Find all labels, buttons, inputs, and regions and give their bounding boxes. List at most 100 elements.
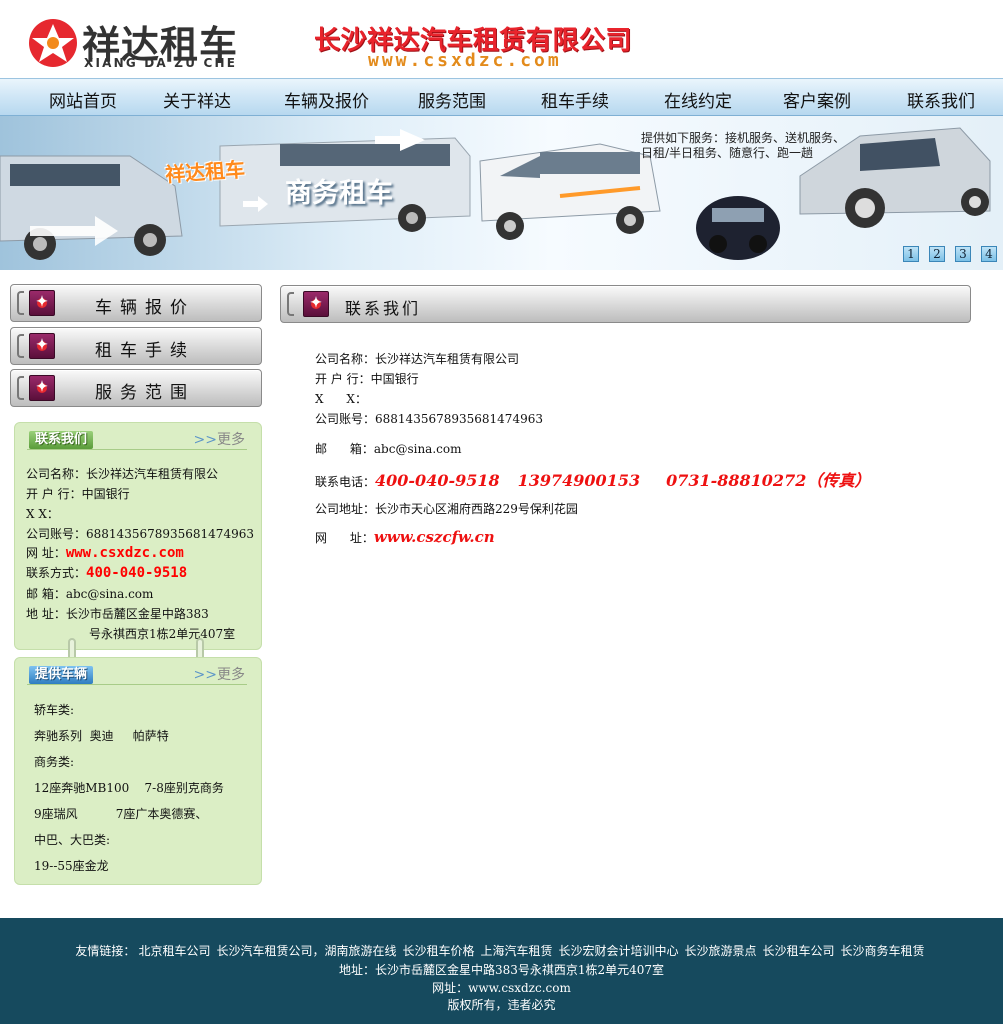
more-link-label: 更多 bbox=[217, 667, 245, 683]
nav-item-procedures[interactable]: 租车手续 bbox=[541, 87, 609, 112]
contact-panel-tag: 联系我们 bbox=[29, 431, 94, 449]
hook-decoration bbox=[17, 291, 24, 315]
sidebar-button-service-scope[interactable]: ✦ 服务范围 bbox=[10, 369, 262, 407]
banner-slogan: 祥达租车 bbox=[164, 157, 246, 187]
line-label: X X： bbox=[26, 507, 59, 521]
more-link-label: 更多 bbox=[217, 432, 245, 448]
sidebar-button-label: 服务范围 bbox=[95, 383, 195, 403]
vehicle-row: 9座瑞风 7座广本奥德赛、 bbox=[34, 807, 208, 821]
nav-item-cases[interactable]: 客户案例 bbox=[783, 87, 851, 112]
line-label: 联系电话： bbox=[315, 475, 376, 489]
footer-link[interactable]: 长沙商务车租赁 bbox=[841, 944, 925, 958]
logo-mark-icon bbox=[29, 19, 77, 67]
banner-services-text: 提供如下服务：接机服务、送机服务、日租/半日租务、随意行、跑一趟 bbox=[641, 131, 846, 160]
banner-page-1[interactable]: 1 bbox=[903, 246, 919, 262]
panel-divider bbox=[27, 449, 247, 450]
footer-link[interactable]: 长沙租车公司 bbox=[763, 944, 835, 958]
nav-item-about[interactable]: 关于祥达 bbox=[163, 87, 231, 112]
panel-divider bbox=[27, 684, 247, 685]
star-car-icon: ✦ bbox=[29, 375, 55, 401]
footer-link[interactable]: 长沙旅游景点 bbox=[685, 944, 757, 958]
vehicles-more-link[interactable]: >>更多 bbox=[194, 664, 245, 684]
line-value: abc@sina.com bbox=[65, 587, 154, 601]
contact-line-address: 地 址：长沙市岳麓区金星中路383 bbox=[26, 605, 209, 622]
footer-link[interactable]: 北京租车公司 bbox=[138, 944, 210, 958]
banner-page-3[interactable]: 3 bbox=[955, 246, 971, 262]
footer-copyright: 版权所有，违者必究 bbox=[447, 998, 556, 1012]
line-value: 6881435678935681474963 bbox=[86, 527, 254, 541]
company-url-banner: www.csxdzc.com bbox=[368, 50, 562, 71]
contact-panel: 联系我们 >>更多 公司名称：长沙祥达汽车租赁有限公 开 户 行：中国银行 X … bbox=[14, 422, 262, 650]
star-car-icon: ✦ bbox=[303, 291, 329, 317]
nav-item-vehicles[interactable]: 车辆及报价 bbox=[284, 87, 369, 112]
main-company-line: 公司名称：长沙祥达汽车租赁有限公司 bbox=[315, 350, 519, 367]
line-value: 6881435678935681474963 bbox=[375, 412, 543, 426]
hook-decoration bbox=[17, 376, 24, 400]
footer-link[interactable]: 上海汽车租赁 bbox=[480, 944, 552, 958]
star-car-icon: ✦ bbox=[29, 290, 55, 316]
line-value: 长沙市天心区湘府西路229号保利花园 bbox=[375, 502, 578, 516]
banner-page-2[interactable]: 2 bbox=[929, 246, 945, 262]
banner-page-4[interactable]: 4 bbox=[981, 246, 997, 262]
line-label: 邮 箱： bbox=[315, 442, 374, 456]
site-footer: 友情链接： 北京租车公司 长沙汽车租赁公司，湖南旅游在线 长沙租车价格 上海汽车租赁 长沙… bbox=[0, 918, 1003, 1024]
star-car-icon: ✦ bbox=[29, 333, 55, 359]
contact-line-phone: 联系方式：400-040-9518 bbox=[26, 564, 187, 581]
line-label: 开 户 行： bbox=[315, 372, 371, 386]
line-label: 公司地址： bbox=[315, 502, 376, 516]
vehicle-row: 商务类: bbox=[34, 755, 75, 769]
line-label: 开 户 行： bbox=[26, 487, 82, 501]
vehicles-panel-tag: 提供车辆 bbox=[29, 666, 94, 684]
nav-item-home[interactable]: 网站首页 bbox=[49, 87, 117, 112]
website-link[interactable]: www.csxdzc.com bbox=[66, 545, 184, 561]
line-label: 公司账号： bbox=[26, 527, 87, 541]
phone-number: 400-040-9518 bbox=[86, 565, 188, 581]
page-title: 联系我们 bbox=[345, 299, 422, 318]
contact-line-xx: X X： bbox=[26, 505, 59, 522]
main-nav: 网站首页 关于祥达 车辆及报价 服务范围 租车手续 在线约定 客户案例 联系我们 bbox=[0, 78, 1003, 116]
line-label: 公司名称： bbox=[315, 352, 376, 366]
contact-line-account: 公司账号：6881435678935681474963 bbox=[26, 525, 254, 542]
line-label: 网 址： bbox=[315, 531, 374, 545]
line-label: 公司账号： bbox=[315, 412, 376, 426]
nav-item-services[interactable]: 服务范围 bbox=[418, 87, 486, 112]
sidebar-button-vehicle-prices[interactable]: ✦ 车辆报价 bbox=[10, 284, 262, 322]
contact-more-link[interactable]: >>更多 bbox=[194, 429, 245, 449]
nav-item-contact[interactable]: 联系我们 bbox=[907, 87, 975, 112]
footer-links: 友情链接： 北京租车公司 长沙汽车租赁公司，湖南旅游在线 长沙租车价格 上海汽车租赁 长沙… bbox=[0, 942, 1003, 959]
contact-line-website: 网 址：www.csxdzc.com bbox=[26, 544, 184, 561]
website-link[interactable]: www.cszcfw.cn bbox=[374, 528, 495, 546]
phone-number-2: 13974900153 bbox=[517, 471, 641, 490]
vehicle-row: 轿车类: bbox=[34, 703, 75, 717]
line-value: 长沙祥达汽车租赁有限公 bbox=[86, 467, 219, 481]
site-logo[interactable]: 祥达租车 XIANG DA ZU CHE bbox=[26, 14, 266, 72]
contact-line-company: 公司名称：长沙祥达汽车租赁有限公 bbox=[26, 465, 218, 482]
more-arrows-icon: >> bbox=[193, 667, 217, 683]
vehicle-row: 12座奔驰MB100 7-8座别克商务 bbox=[34, 781, 224, 795]
line-value: 中国银行 bbox=[370, 372, 419, 386]
main-website-line: 网 址：www.cszcfw.cn bbox=[315, 528, 495, 546]
vehicle-row: 19--55座金龙 bbox=[34, 859, 109, 873]
banner-title: 商务租车 bbox=[285, 178, 393, 209]
sidebar-button-rental-procedures[interactable]: ✦ 租车手续 bbox=[10, 327, 262, 365]
main-phone-line: 联系电话：400-040-9518 13974900153 0731-8881027… bbox=[315, 467, 870, 491]
banner-vehicles-image bbox=[0, 127, 991, 260]
phone-number-1: 400-040-9518 bbox=[375, 471, 500, 490]
contact-line-bank: 开 户 行：中国银行 bbox=[26, 485, 130, 502]
nav-item-booking[interactable]: 在线约定 bbox=[664, 87, 732, 112]
hook-decoration bbox=[287, 292, 294, 316]
footer-link[interactable]: 长沙汽车租赁公司，湖南旅游在线 bbox=[216, 944, 396, 958]
line-value: 长沙市岳麓区金星中路383 bbox=[65, 607, 209, 621]
line-label: 公司名称： bbox=[26, 467, 87, 481]
logo-pinyin: XIANG DA ZU CHE bbox=[84, 56, 238, 70]
main-xx-line: X X： bbox=[315, 392, 367, 406]
line-label: 邮 箱： bbox=[26, 587, 66, 601]
line-label: 联系方式： bbox=[26, 566, 87, 580]
line-value: 长沙祥达汽车租赁有限公司 bbox=[375, 352, 520, 366]
footer-links-label: 友情链接： bbox=[75, 944, 136, 958]
line-label: 网 址： bbox=[26, 546, 66, 560]
main-address-line: 公司地址：长沙市天心区湘府西路229号保利花园 bbox=[315, 500, 578, 517]
footer-link[interactable]: 长沙宏财会计培训中心 bbox=[559, 944, 679, 958]
footer-website: 网址：www.csxdzc.com bbox=[432, 981, 571, 995]
footer-link[interactable]: 长沙租车价格 bbox=[402, 944, 474, 958]
